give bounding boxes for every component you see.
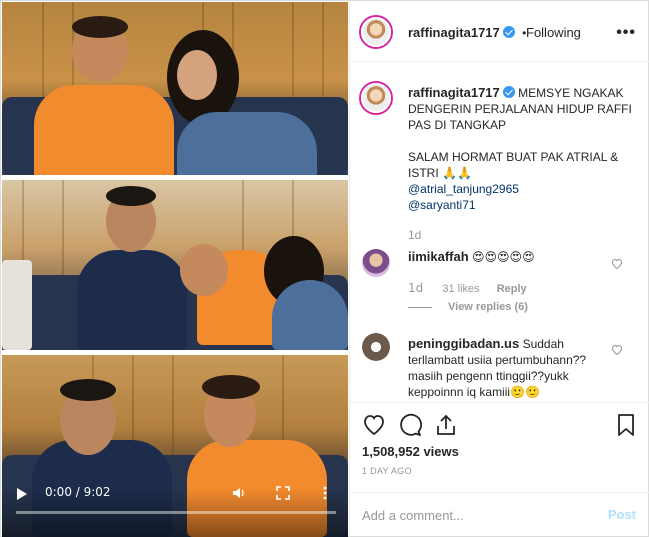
volume-icon[interactable] — [232, 486, 246, 500]
avatar[interactable] — [361, 17, 391, 47]
comment: iimikaffah 😍😍😍😍😍 — [408, 249, 623, 265]
add-comment-bar: Post — [350, 492, 649, 537]
bookmark-icon[interactable] — [614, 413, 638, 437]
fullscreen-icon[interactable] — [276, 486, 290, 500]
mention-link[interactable]: @saryanti71 — [408, 197, 636, 213]
comment-likes[interactable]: 31 likes — [442, 283, 479, 295]
caption-text: MEMSYE NGAKAK DENGERIN PERJALANAN HIDUP … — [408, 86, 632, 180]
play-icon[interactable] — [17, 488, 27, 500]
instagram-post-window: 0:00 / 9:02 raffinagita1717 • Following … — [0, 0, 649, 537]
comment-like-icon[interactable] — [611, 258, 623, 269]
view-replies-button[interactable]: View replies (6) — [408, 301, 528, 313]
comment-icon[interactable] — [398, 413, 422, 437]
post-time[interactable]: 1 DAY AGO — [362, 466, 412, 476]
comment-like-icon[interactable] — [611, 344, 623, 355]
header-user: raffinagita1717 • — [408, 25, 526, 40]
verified-icon — [502, 86, 515, 98]
post-header: raffinagita1717 • Following ••• — [350, 2, 649, 62]
comment-text: 😍😍😍😍😍 — [472, 250, 535, 264]
caption-avatar[interactable] — [361, 83, 391, 113]
comment-username[interactable]: peninggibadan.us — [408, 336, 519, 351]
caption-time[interactable]: 1d — [408, 228, 421, 242]
divider — [408, 306, 432, 308]
view-replies-label: View replies (6) — [448, 301, 528, 313]
comment-meta: 1d 31 likes Reply — [408, 281, 541, 295]
comment-username[interactable]: iimikaffah — [408, 249, 469, 264]
view-count[interactable]: 1,508,952 views — [362, 444, 459, 459]
video-player[interactable]: 0:00 / 9:02 — [2, 2, 348, 537]
video-more-icon[interactable] — [322, 486, 328, 500]
follow-status[interactable]: Following — [526, 25, 581, 40]
comment: peninggibadan.us Suddah terllambatt usii… — [408, 336, 623, 400]
video-time: 0:00 / 9:02 — [45, 485, 111, 499]
mention-link[interactable]: @atrial_tanjung2965 — [408, 181, 636, 197]
reply-button[interactable]: Reply — [497, 283, 527, 295]
post-actions: 1,508,952 views 1 DAY AGO — [350, 402, 649, 492]
video-frame-top — [2, 2, 348, 175]
video-frame-middle — [2, 180, 348, 350]
header-username[interactable]: raffinagita1717 — [408, 25, 500, 40]
comments-section[interactable]: raffinagita1717 MEMSYE NGAKAK DENGERIN P… — [350, 63, 649, 402]
verified-icon — [502, 26, 515, 38]
comment-time[interactable]: 1d — [408, 281, 423, 295]
comment-input[interactable] — [362, 505, 582, 525]
post-details: raffinagita1717 • Following ••• raffinag… — [349, 2, 649, 537]
caption-username[interactable]: raffinagita1717 — [408, 85, 500, 100]
heart-icon[interactable] — [362, 413, 386, 437]
video-progress-bar[interactable] — [16, 511, 336, 514]
post-button[interactable]: Post — [608, 507, 636, 522]
caption: raffinagita1717 MEMSYE NGAKAK DENGERIN P… — [408, 85, 636, 213]
comment-avatar[interactable] — [362, 333, 390, 361]
share-icon[interactable] — [434, 413, 458, 437]
more-horizontal-icon[interactable]: ••• — [616, 24, 636, 42]
comment-avatar[interactable] — [362, 249, 390, 277]
video-frame-bottom: 0:00 / 9:02 — [2, 355, 348, 537]
